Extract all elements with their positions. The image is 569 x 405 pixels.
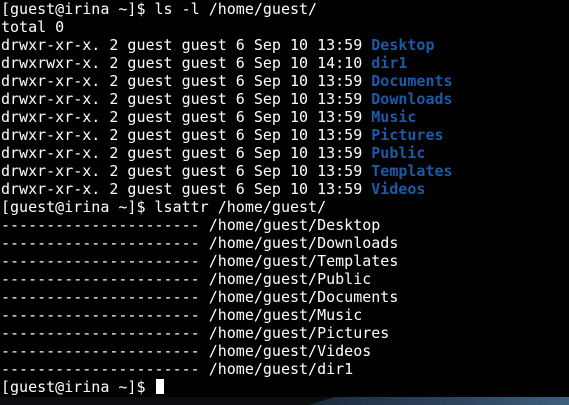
dir-listing-row: drwxr-xr-x. 2 guest guest 6 Sep 10 13:59… (1, 36, 567, 54)
dir-listing-row: drwxr-xr-x. 2 guest guest 6 Sep 10 13:59… (1, 180, 567, 198)
directory-name-downloads: Downloads (371, 90, 453, 108)
lsattr-output-line: ---------------------- /home/guest/Downl… (1, 234, 399, 252)
lsattr-output-line: ---------------------- /home/guest/Docum… (1, 288, 399, 306)
lsattr-output-line: ---------------------- /home/guest/dir1 (1, 360, 354, 378)
directory-name-dir1: dir1 (371, 54, 408, 72)
text-cursor (155, 379, 164, 394)
lsattr-output-line: ---------------------- /home/guest/Publi… (1, 270, 372, 288)
directory-name-pictures: Pictures (371, 126, 444, 144)
output-line: total 0 (1, 18, 65, 36)
lsattr-output-line: ---------------------- /home/guest/Pictu… (1, 324, 390, 342)
file-permissions-info: drwxr-xr-x. 2 guest guest 6 Sep 10 13:59 (1, 90, 372, 108)
lsattr-output-line: ---------------------- /home/guest/Music (1, 306, 363, 324)
file-permissions-info: drwxr-xr-x. 2 guest guest 6 Sep 10 13:59 (1, 108, 372, 126)
shell-prompt: [guest@irina ~]$ (1, 378, 155, 396)
active-prompt-line[interactable]: [guest@irina ~]$ (1, 378, 567, 396)
desktop-taskbar-edge (0, 397, 569, 405)
dir-listing-row: drwxr-xr-x. 2 guest guest 6 Sep 10 13:59… (1, 90, 567, 108)
directory-name-documents: Documents (371, 72, 453, 90)
dir-listing-row: drwxr-xr-x. 2 guest guest 6 Sep 10 13:59… (1, 108, 567, 126)
dir-listing-row: drwxr-xr-x. 2 guest guest 6 Sep 10 13:59… (1, 72, 567, 90)
directory-name-videos: Videos (371, 180, 426, 198)
directory-name-music: Music (371, 108, 417, 126)
file-permissions-info: drwxr-xr-x. 2 guest guest 6 Sep 10 13:59 (1, 180, 372, 198)
dir-listing-row: drwxrwxr-x. 2 guest guest 6 Sep 10 14:10… (1, 54, 567, 72)
wallpaper-stripe (309, 397, 569, 405)
directory-name-templates: Templates (371, 162, 453, 180)
file-permissions-info: drwxr-xr-x. 2 guest guest 6 Sep 10 13:59 (1, 144, 372, 162)
file-permissions-info: drwxr-xr-x. 2 guest guest 6 Sep 10 13:59 (1, 36, 372, 54)
file-permissions-info: drwxr-xr-x. 2 guest guest 6 Sep 10 13:59 (1, 126, 372, 144)
file-permissions-info: drwxrwxr-x. 2 guest guest 6 Sep 10 14:10 (1, 54, 372, 72)
command-line: [guest@irina ~]$ lsattr /home/guest/ (1, 198, 327, 216)
file-permissions-info: drwxr-xr-x. 2 guest guest 6 Sep 10 13:59 (1, 162, 372, 180)
command-line: [guest@irina ~]$ ls -l /home/guest/ (1, 0, 318, 18)
directory-name-desktop: Desktop (371, 36, 435, 54)
lsattr-output-line: ---------------------- /home/guest/Video… (1, 342, 372, 360)
dir-listing-row: drwxr-xr-x. 2 guest guest 6 Sep 10 13:59… (1, 126, 567, 144)
terminal-window[interactable]: [guest@irina ~]$ ls -l /home/guest/ tota… (1, 0, 567, 397)
dir-listing-row: drwxr-xr-x. 2 guest guest 6 Sep 10 13:59… (1, 144, 567, 162)
directory-name-public: Public (371, 144, 426, 162)
lsattr-output-line: ---------------------- /home/guest/Deskt… (1, 216, 381, 234)
dir-listing-row: drwxr-xr-x. 2 guest guest 6 Sep 10 13:59… (1, 162, 567, 180)
file-permissions-info: drwxr-xr-x. 2 guest guest 6 Sep 10 13:59 (1, 72, 372, 90)
lsattr-output-line: ---------------------- /home/guest/Templ… (1, 252, 399, 270)
